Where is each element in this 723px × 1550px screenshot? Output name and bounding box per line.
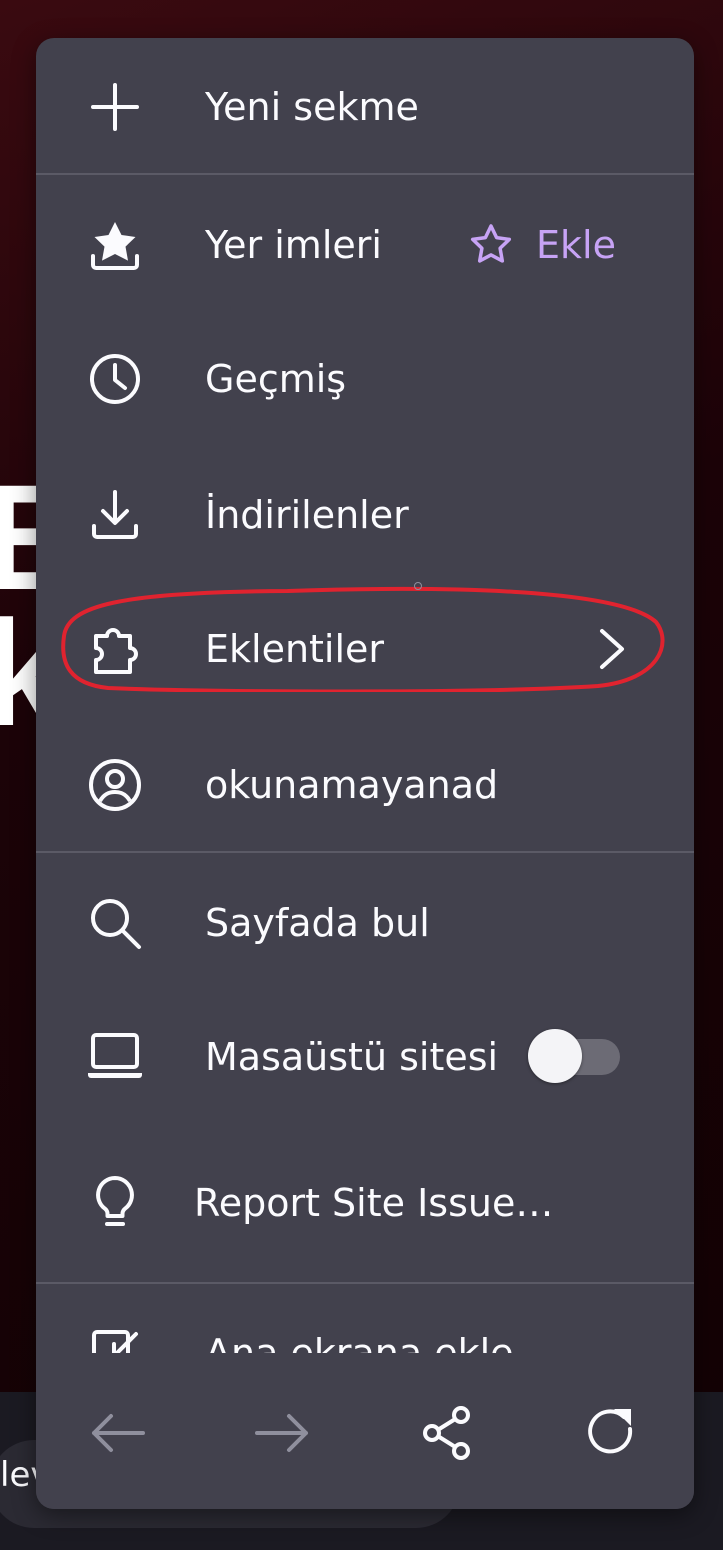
menu-item-account[interactable]: okunamayanad xyxy=(36,718,694,852)
menu-divider xyxy=(36,851,694,853)
bookmark-star-icon xyxy=(86,216,144,274)
star-outline-icon xyxy=(468,222,514,268)
browser-menu: Yeni sekme Yer imleri Ekle Geçmiş İndiri… xyxy=(36,38,694,1509)
desktop-site-toggle[interactable] xyxy=(528,1029,620,1083)
add-bookmark-label: Ekle xyxy=(536,223,616,267)
menu-divider xyxy=(36,1282,694,1284)
menu-item-label: Masaüstü sitesi xyxy=(205,1035,499,1079)
menu-item-new-tab[interactable]: Yeni sekme xyxy=(36,40,694,174)
puzzle-icon xyxy=(86,620,144,678)
arrow-left-icon xyxy=(89,1412,147,1454)
laptop-icon xyxy=(86,1028,144,1086)
forward-button[interactable] xyxy=(246,1397,318,1469)
menu-item-label: Sayfada bul xyxy=(205,901,430,945)
menu-item-label: okunamayanad xyxy=(205,763,499,807)
menu-item-label: Eklentiler xyxy=(205,627,385,671)
menu-item-bookmarks[interactable]: Yer imleri Ekle xyxy=(36,178,694,312)
menu-item-report-site-issue[interactable]: Report Site Issue… xyxy=(36,1136,694,1270)
menu-item-label: Ana ekrana ekle xyxy=(205,1331,514,1353)
menu-item-label: Yeni sekme xyxy=(205,85,419,129)
menu-item-label: İndirilenler xyxy=(205,493,409,537)
add-bookmark-button[interactable]: Ekle xyxy=(468,178,616,312)
menu-item-downloads[interactable]: İndirilenler xyxy=(36,448,694,582)
menu-item-add-ons[interactable]: Eklentiler xyxy=(36,582,694,716)
touch-dot xyxy=(414,582,422,590)
menu-item-label: Geçmiş xyxy=(205,357,347,401)
share-button[interactable] xyxy=(411,1397,483,1469)
lightbulb-icon xyxy=(86,1174,144,1232)
back-button[interactable] xyxy=(82,1397,154,1469)
reload-button[interactable] xyxy=(576,1397,648,1469)
menu-divider xyxy=(36,173,694,175)
reload-icon xyxy=(584,1405,640,1461)
toggle-knob xyxy=(528,1029,582,1083)
plus-icon xyxy=(86,78,144,136)
menu-item-history[interactable]: Geçmiş xyxy=(36,312,694,446)
arrow-right-icon xyxy=(253,1412,311,1454)
menu-navigation-bar xyxy=(36,1353,694,1509)
account-icon xyxy=(86,756,144,814)
search-icon xyxy=(86,894,144,952)
menu-item-label: Report Site Issue… xyxy=(194,1181,554,1225)
download-icon xyxy=(86,486,144,544)
clock-icon xyxy=(86,350,144,408)
menu-item-desktop-site[interactable]: Masaüstü sitesi xyxy=(36,990,694,1124)
menu-item-find-in-page[interactable]: Sayfada bul xyxy=(36,856,694,990)
add-to-homescreen-icon xyxy=(86,1324,144,1353)
share-icon xyxy=(419,1405,475,1461)
chevron-right-icon xyxy=(596,628,628,674)
menu-scroll-area[interactable]: Yeni sekme Yer imleri Ekle Geçmiş İndiri… xyxy=(36,38,694,1353)
menu-item-add-to-home-screen[interactable]: Ana ekrana ekle xyxy=(36,1286,694,1353)
menu-item-label: Yer imleri xyxy=(205,223,382,267)
